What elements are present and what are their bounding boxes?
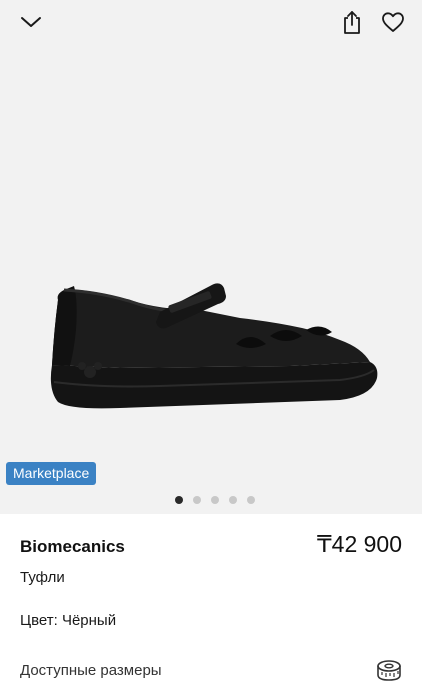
share-button[interactable] <box>338 8 366 36</box>
measuring-tape-icon <box>377 660 401 681</box>
product-price: ₸42 900 <box>317 531 402 557</box>
chevron-down-icon <box>21 17 41 27</box>
favorite-button[interactable] <box>379 8 407 36</box>
product-category: Туфли <box>20 569 65 586</box>
pagination-dot[interactable] <box>247 496 255 504</box>
share-icon <box>344 11 360 34</box>
available-sizes-label: Доступные размеры <box>20 662 162 679</box>
heart-icon <box>382 12 404 32</box>
product-brand[interactable]: Biomecanics <box>20 537 125 557</box>
gallery-pagination[interactable] <box>0 496 422 504</box>
product-gallery[interactable]: Marketplace <box>0 0 422 514</box>
pagination-dot[interactable] <box>229 496 237 504</box>
pagination-dot[interactable] <box>175 496 183 504</box>
back-button[interactable] <box>17 8 45 36</box>
product-screen: Marketplace Biomecanics ₸42 900 Туфли Цв… <box>0 0 422 699</box>
size-guide-button[interactable] <box>374 657 404 685</box>
marketplace-badge: Marketplace <box>6 462 97 485</box>
product-image[interactable] <box>40 270 385 420</box>
pagination-dot[interactable] <box>211 496 219 504</box>
product-details: Biomecanics ₸42 900 Туфли Цвет: Чёрный Д… <box>0 514 422 699</box>
pagination-dot[interactable] <box>193 496 201 504</box>
product-color: Цвет: Чёрный <box>20 612 117 629</box>
